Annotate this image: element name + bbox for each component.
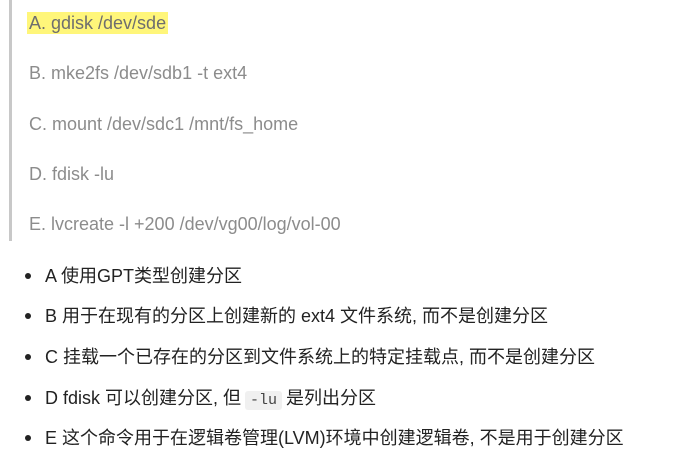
explanation-c: C 挂载一个已存在的分区到文件系统上的特定挂载点, 而不是创建分区 [45,347,595,367]
option-d: D. fdisk -lu [29,164,115,184]
bullet-icon [25,354,31,360]
explanation-b: B 用于在现有的分区上创建新的 ext4 文件系统, 而不是创建分区 [45,306,549,326]
bullet-icon [25,313,31,319]
explanation-a: A 使用GPT类型创建分区 [45,266,243,286]
options-blockquote: A. gdisk /dev/sde B. mke2fs /dev/sdb1 -t… [9,0,672,241]
answer-explanation-page: A. gdisk /dev/sde B. mke2fs /dev/sdb1 -t… [0,0,693,463]
bullet-icon [25,435,31,441]
option-e: E. lvcreate -l +200 /dev/vg00/log/vol-00 [29,214,341,234]
inline-code-lu: -lu [245,391,283,410]
explanation-d-before: D fdisk 可以创建分区, 但 [45,388,242,408]
option-b: B. mke2fs /dev/sdb1 -t ext4 [29,63,248,83]
option-c: C. mount /dev/sdc1 /mnt/fs_home [29,114,299,134]
explanation-d: D fdisk 可以创建分区, 但 -lu 是列出分区 [45,385,376,414]
bullet-icon [25,395,31,401]
explanation-d-after: 是列出分区 [286,388,377,408]
explanation-e: E 这个命令用于在逻辑卷管理(LVM)环境中创建逻辑卷, 不是用于创建分区 [45,428,624,448]
bullet-icon [25,273,31,279]
option-a-highlighted: A. gdisk /dev/sde [27,12,169,34]
